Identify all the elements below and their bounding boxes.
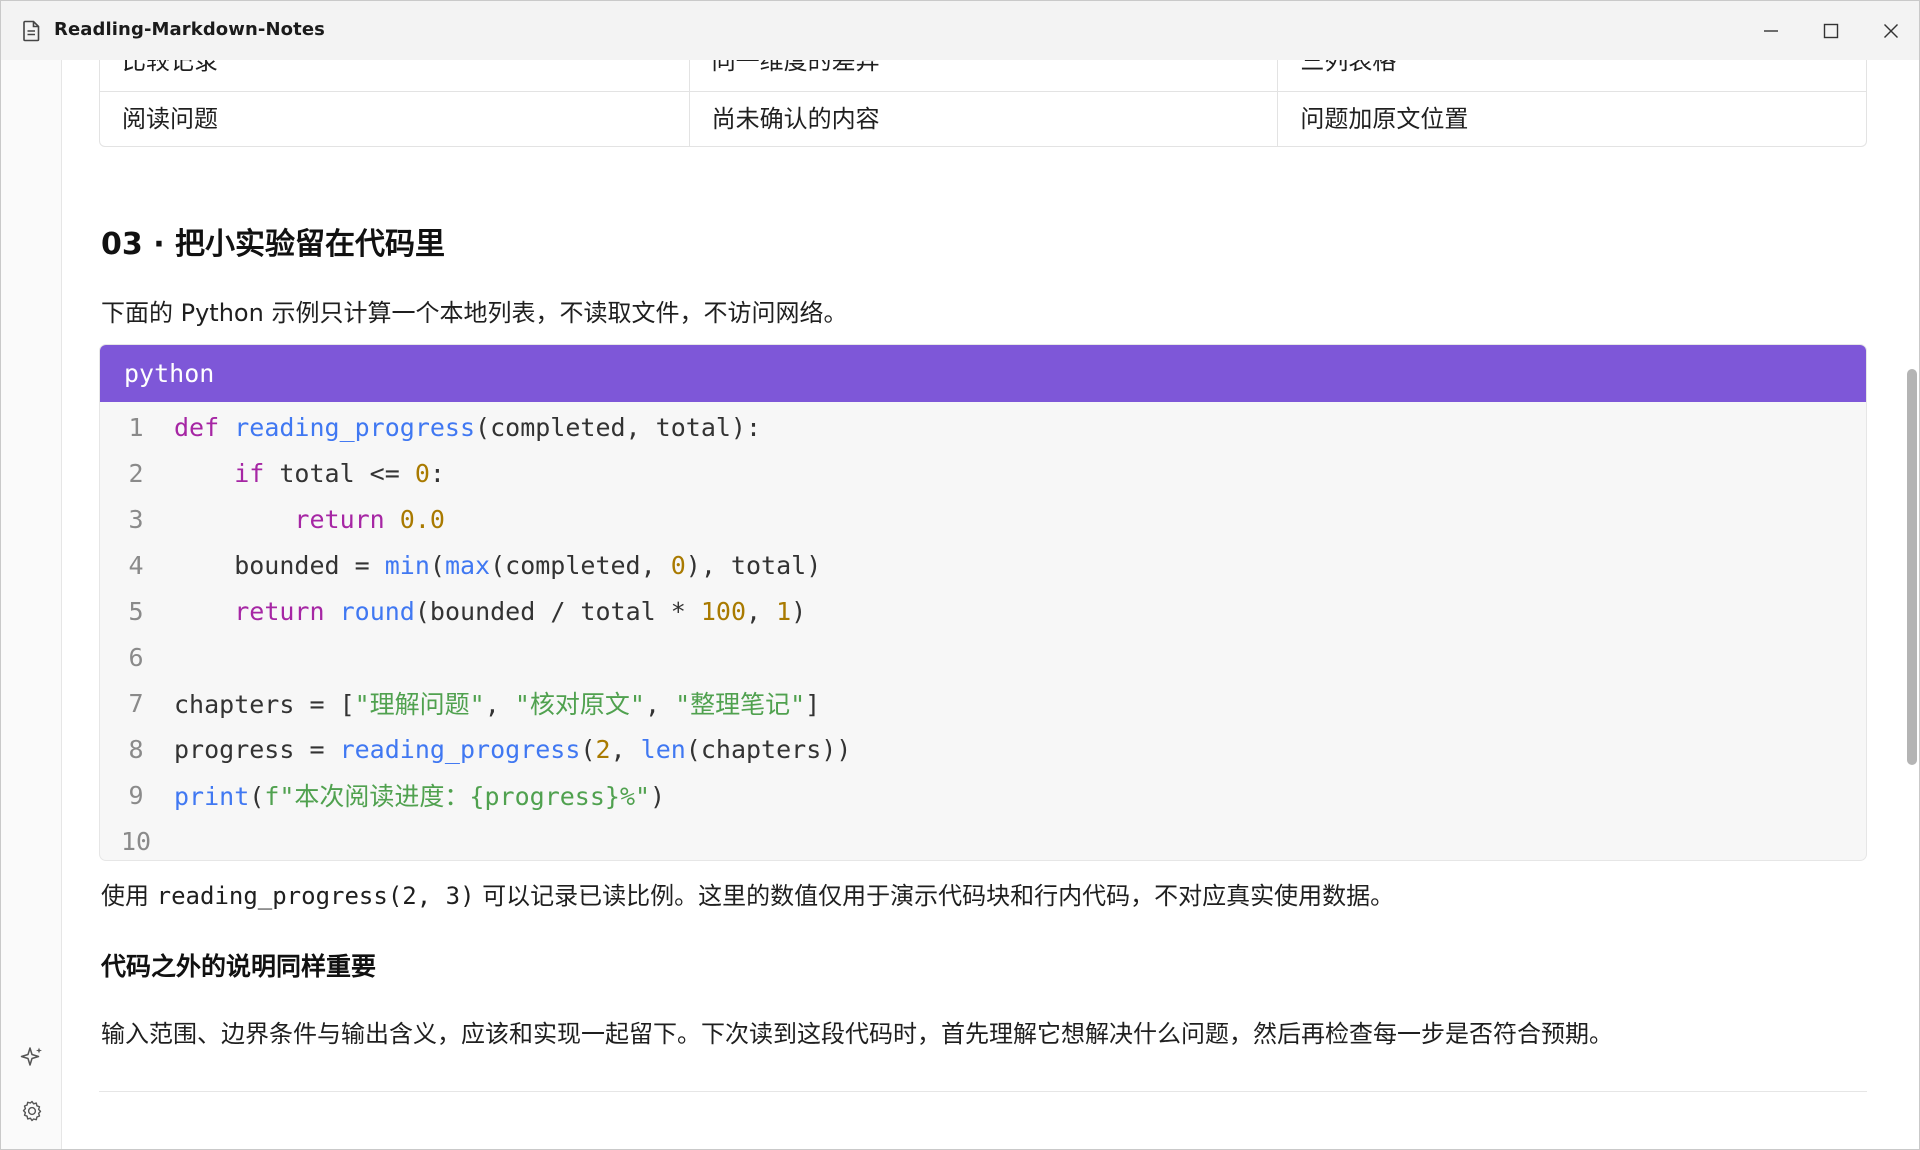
minimize-button[interactable] bbox=[1741, 1, 1801, 60]
code-body[interactable]: 1 def reading_progress(completed, total):… bbox=[100, 402, 1866, 860]
line-number: 7 bbox=[128, 688, 144, 718]
table-cell: 同一维度的差异 bbox=[688, 60, 1278, 91]
line-number: 8 bbox=[128, 734, 144, 764]
code-text: progress = reading_progress(2, len(chapt… bbox=[174, 734, 852, 764]
table-row: 阅读问题 尚未确认的内容 问题加原文位置 bbox=[100, 91, 1866, 146]
scrollbar-thumb[interactable] bbox=[1907, 369, 1917, 765]
inline-code: reading_progress(2, 3) bbox=[156, 882, 475, 910]
code-line: 5 return round(bounded / total * 100, 1) bbox=[100, 588, 1866, 634]
line-number: 3 bbox=[128, 504, 144, 534]
editor-content[interactable]: 比较记录 同一维度的差异 三列表格 阅读问题 尚未确认的内容 问题加原文位置 0… bbox=[63, 60, 1901, 1149]
table-cell: 问题加原文位置 bbox=[1277, 92, 1866, 146]
app-window: Readling-Markdown-Notes 比较记录 同一维度的差异 三列表… bbox=[0, 0, 1920, 1150]
sparkle-icon[interactable] bbox=[19, 1044, 45, 1070]
close-icon bbox=[1883, 23, 1899, 39]
line-number: 4 bbox=[128, 550, 144, 580]
code-block[interactable]: python 1 def reading_progress(completed, … bbox=[99, 344, 1867, 861]
close-button[interactable] bbox=[1861, 1, 1919, 60]
table-row: 比较记录 同一维度的差异 三列表格 bbox=[100, 60, 1866, 91]
code-line: 2 if total <= 0: bbox=[100, 450, 1866, 496]
code-text: if total <= 0: bbox=[234, 458, 445, 488]
divider bbox=[99, 1091, 1867, 1092]
code-line: 4 bounded = min(max(completed, 0), total… bbox=[100, 542, 1866, 588]
maximize-button[interactable] bbox=[1801, 1, 1861, 60]
code-language-label: python bbox=[100, 345, 1866, 402]
gear-icon[interactable] bbox=[19, 1098, 45, 1124]
code-line: 9 print(f"本次阅读进度：{progress}%") bbox=[100, 772, 1866, 818]
line-number: 1 bbox=[128, 412, 144, 442]
table-cell: 三列表格 bbox=[1277, 60, 1866, 91]
line-number: 2 bbox=[128, 458, 144, 488]
code-line: 1 def reading_progress(completed, total): bbox=[100, 404, 1866, 450]
code-line: 8 progress = reading_progress(2, len(chap… bbox=[100, 726, 1866, 772]
document-icon bbox=[22, 20, 41, 42]
window-title: Readling-Markdown-Notes bbox=[54, 19, 325, 40]
subsection-heading: 代码之外的说明同样重要 bbox=[101, 952, 377, 981]
minimize-icon bbox=[1763, 23, 1779, 39]
section-heading: 03 · 把小实验留在代码里 bbox=[101, 227, 446, 262]
code-text: bounded = min(max(completed, 0), total) bbox=[174, 550, 822, 580]
code-text: return round(bounded / total * 100, 1) bbox=[234, 596, 807, 626]
code-line: 7 chapters = ["理解问题", "核对原文", "整理笔记"] bbox=[100, 680, 1866, 726]
maximize-icon bbox=[1823, 23, 1839, 39]
line-number: 6 bbox=[128, 642, 144, 672]
subsection-body: 输入范围、边界条件与输出含义，应该和实现一起留下。下次读到这段代码时，首先理解它… bbox=[101, 1020, 1613, 1048]
table-cell: 阅读问题 bbox=[122, 105, 218, 133]
code-text: return 0.0 bbox=[294, 504, 445, 534]
after-code-paragraph: 使用 reading_progress(2, 3) 可以记录已读比例。这里的数值… bbox=[101, 876, 1394, 911]
paragraph-text: 使用 bbox=[101, 882, 157, 910]
code-text: print(f"本次阅读进度：{progress}%") bbox=[174, 782, 666, 811]
code-line: 3 return 0.0 bbox=[100, 496, 1866, 542]
table-cell: 尚未确认的内容 bbox=[688, 92, 1278, 146]
notes-table: 比较记录 同一维度的差异 三列表格 阅读问题 尚未确认的内容 问题加原文位置 bbox=[99, 60, 1867, 147]
section-intro: 下面的 Python 示例只计算一个本地列表，不读取文件，不访问网络。 bbox=[101, 299, 848, 327]
code-line: 10 bbox=[100, 818, 1866, 860]
table-cell: 比较记录 bbox=[122, 60, 218, 75]
sidebar bbox=[1, 60, 62, 1149]
line-number: 9 bbox=[128, 780, 144, 810]
paragraph-text: 可以记录已读比例。这里的数值仅用于演示代码块和行内代码，不对应真实使用数据。 bbox=[474, 882, 1395, 910]
line-number: 10 bbox=[120, 826, 152, 856]
code-text: chapters = ["理解问题", "核对原文", "整理笔记"] bbox=[174, 690, 821, 719]
code-text: def reading_progress(completed, total): bbox=[174, 412, 762, 442]
code-line: 6 bbox=[100, 634, 1866, 680]
line-number: 5 bbox=[128, 596, 144, 626]
title-bar: Readling-Markdown-Notes bbox=[1, 1, 1919, 60]
